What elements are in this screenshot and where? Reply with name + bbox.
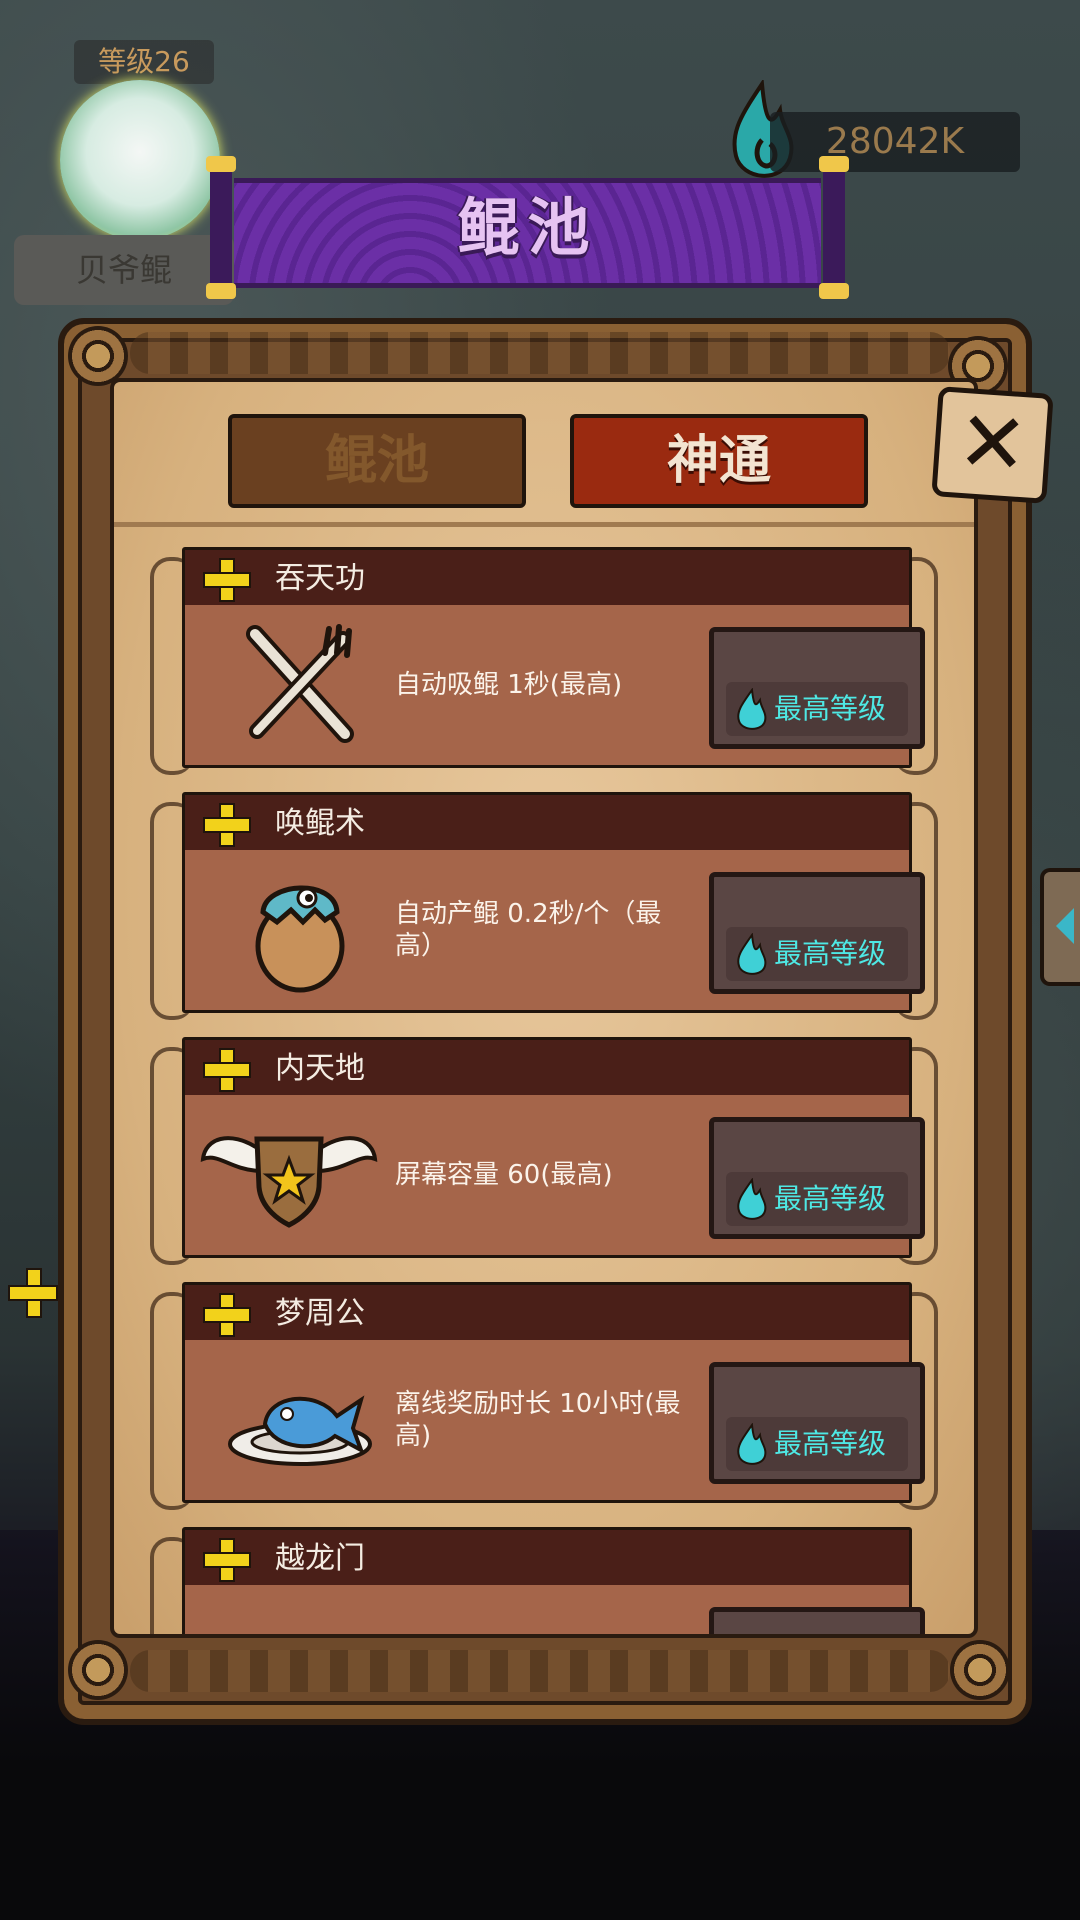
max-level-button[interactable]: 最高等级	[709, 1362, 925, 1484]
max-level-label: 最高等级	[774, 1427, 887, 1460]
tab-abilities[interactable]: 神通	[570, 414, 868, 508]
avatar[interactable]	[60, 80, 220, 240]
max-level-button[interactable]: 最高等级	[709, 627, 925, 749]
skill-body: 离线奖励时长 10小时(最高) 最高等级	[182, 1340, 925, 1503]
title-banner: 鲲池	[206, 156, 849, 299]
skill-name: 唤鲲术	[275, 806, 365, 841]
max-level-label-box: 最高等级	[726, 1417, 908, 1471]
skill-body: 屏幕容量 60(最高) 最高等级	[182, 1095, 925, 1258]
frame-ornament-top	[130, 332, 950, 374]
skill-name: 内天地	[275, 1051, 365, 1086]
max-level-button[interactable]	[709, 1607, 925, 1634]
skill-header: 吞天功	[182, 547, 912, 611]
max-level-label: 最高等级	[774, 692, 887, 725]
plus-icon	[203, 1293, 251, 1337]
blue-flame-icon	[737, 688, 767, 730]
max-level-label-box: 最高等级	[726, 927, 908, 981]
skill-description: 离线奖励时长 10小时(最高)	[395, 1389, 681, 1451]
side-expand-arrow[interactable]	[1040, 868, 1080, 986]
max-level-button[interactable]: 最高等级	[709, 1117, 925, 1239]
plus-icon	[203, 1538, 251, 1582]
plus-icon	[203, 803, 251, 847]
plus-icon[interactable]	[8, 1268, 58, 1318]
skill-header: 梦周公	[182, 1282, 912, 1346]
close-button[interactable]: ✕	[931, 386, 1054, 504]
frame-knob	[68, 1640, 128, 1700]
skill-name: 越龙门	[275, 1541, 365, 1576]
player-level: 等级26	[74, 40, 214, 84]
plus-icon	[203, 558, 251, 602]
skill-header: 越龙门	[182, 1527, 912, 1591]
skill-body: 自动吸鲲 1秒(最高) 最高等级	[182, 605, 925, 768]
skill-body	[182, 1585, 925, 1634]
page-title: 鲲池	[457, 191, 598, 264]
max-level-label-box: 最高等级	[726, 682, 908, 736]
blue-flame-icon	[737, 1423, 767, 1465]
fork-knife-icon	[246, 624, 354, 743]
blue-flame-icon	[737, 1178, 767, 1220]
skill-item-mengzhougong: 梦周公 离线奖励时长 10小时(最高) 最高等级	[150, 1282, 938, 1512]
skill-item-neitiandi: 内天地 屏幕容量 60(最高) 最高等级	[150, 1037, 938, 1267]
skill-item-tuntiangong: 吞天功 自动吸鲲 1秒(最高) 最高等级	[150, 547, 938, 777]
skill-header: 唤鲲术	[182, 792, 912, 856]
skill-item-yuelongmen: 越龙门	[150, 1527, 934, 1634]
max-level-label: 最高等级	[774, 937, 887, 970]
frame-knob	[950, 1640, 1010, 1700]
max-level-label-box: 最高等级	[726, 1172, 908, 1226]
winged-shield-icon	[200, 1136, 378, 1228]
egg-hatching-icon	[255, 885, 345, 993]
skill-body: 自动产鲲 0.2秒/个（最高） 最高等级	[182, 850, 925, 1013]
skill-name: 吞天功	[275, 561, 365, 596]
plus-icon	[203, 1048, 251, 1092]
tabs-divider	[114, 522, 974, 527]
skill-item-huankunshu: 唤鲲术 自动产鲲 0.2秒/个（最高） 最高等级	[150, 792, 938, 1022]
skill-name: 梦周公	[275, 1296, 365, 1331]
frame-ornament-bottom	[130, 1650, 950, 1692]
player-name: 贝爷鲲	[14, 235, 234, 305]
max-level-label: 最高等级	[774, 1182, 887, 1215]
blue-flame-icon	[737, 933, 767, 975]
skill-description: 自动产鲲 0.2秒/个（最高）	[395, 899, 662, 961]
fish-on-plate-icon	[228, 1395, 372, 1466]
skill-description: 屏幕容量 60(最高)	[395, 1160, 613, 1190]
tab-kun-pool[interactable]: 鲲池	[228, 414, 526, 508]
max-level-button[interactable]: 最高等级	[709, 872, 925, 994]
skill-description: 自动吸鲲 1秒(最高)	[395, 670, 623, 700]
frame-knob	[68, 326, 128, 386]
skill-header: 内天地	[182, 1037, 912, 1101]
dialog-content: 鲲池 神通 吞天功 自动吸鲲 1秒(最高) 最高等级 唤鲲术 自动产鲲 0.2秒…	[110, 378, 978, 1638]
